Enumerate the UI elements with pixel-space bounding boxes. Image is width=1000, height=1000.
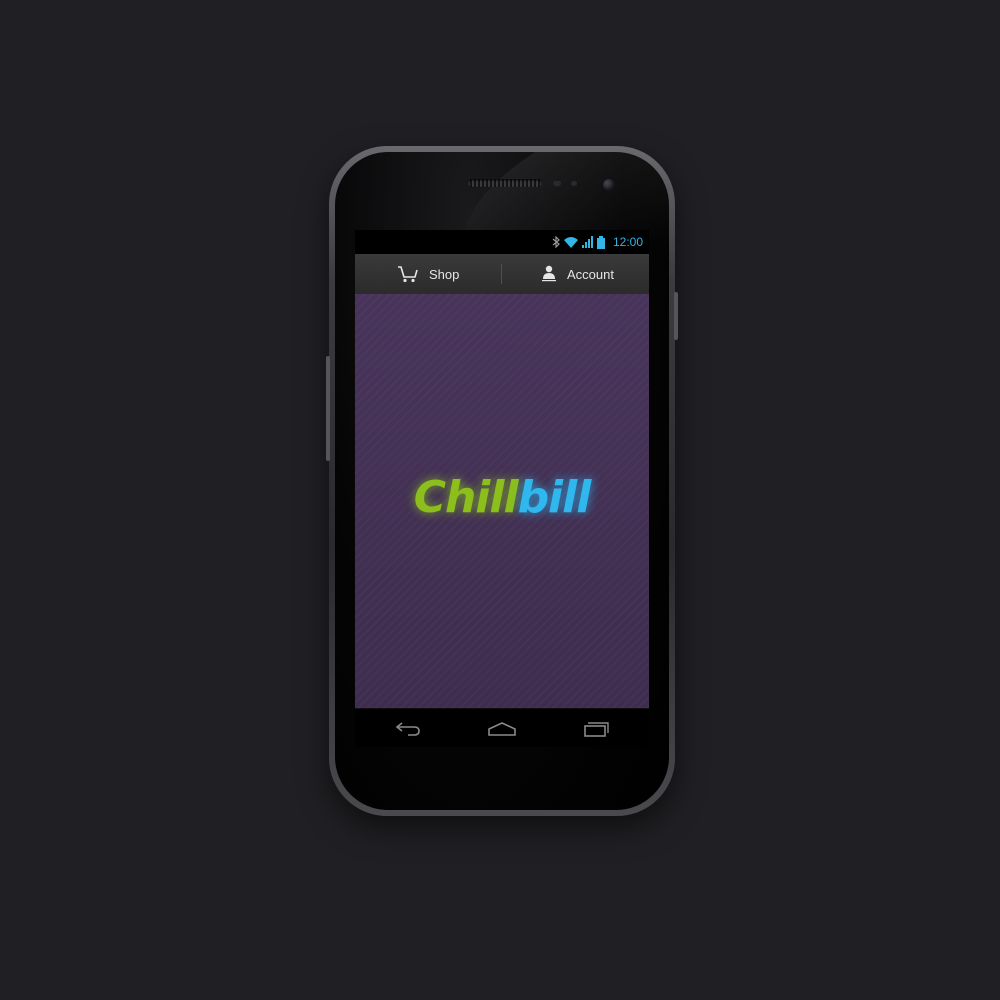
status-time: 12:00	[612, 235, 643, 249]
cart-icon	[398, 266, 418, 283]
tab-divider	[501, 264, 502, 284]
light-sensor	[571, 181, 577, 186]
action-bar: Shop Account	[355, 254, 649, 295]
screen: 12:00 Shop Account Chillbill	[355, 230, 649, 747]
home-button[interactable]	[482, 717, 522, 741]
recent-apps-button[interactable]	[576, 717, 616, 741]
back-button[interactable]	[388, 717, 428, 741]
tab-shop-label: Shop	[429, 266, 460, 282]
user-icon	[542, 265, 556, 282]
phone-mockup: 12:00 Shop Account Chillbill	[326, 146, 678, 816]
phone-front: 12:00 Shop Account Chillbill	[335, 152, 669, 810]
earpiece-speaker	[468, 179, 542, 187]
logo-part-bill: bill	[517, 472, 592, 523]
recent-apps-icon	[584, 722, 609, 737]
home-icon	[488, 722, 516, 736]
back-icon	[395, 722, 420, 736]
tab-account-label: Account	[567, 266, 614, 282]
volume-button	[326, 356, 330, 461]
battery-icon	[596, 235, 605, 249]
chillbill-logo: Chillbill	[355, 472, 649, 523]
status-bar: 12:00	[355, 230, 649, 254]
logo-part-chill: Chill	[413, 472, 519, 523]
signal-icon	[581, 236, 593, 248]
bluetooth-icon	[552, 236, 560, 248]
navigation-bar	[355, 708, 649, 747]
tab-account[interactable]: Account	[541, 254, 614, 294]
proximity-sensor	[553, 181, 561, 186]
wifi-icon	[563, 237, 578, 248]
tab-shop[interactable]: Shop	[397, 254, 459, 294]
front-camera	[603, 179, 615, 191]
power-button	[674, 292, 678, 340]
splash-content: Chillbill	[355, 294, 649, 708]
